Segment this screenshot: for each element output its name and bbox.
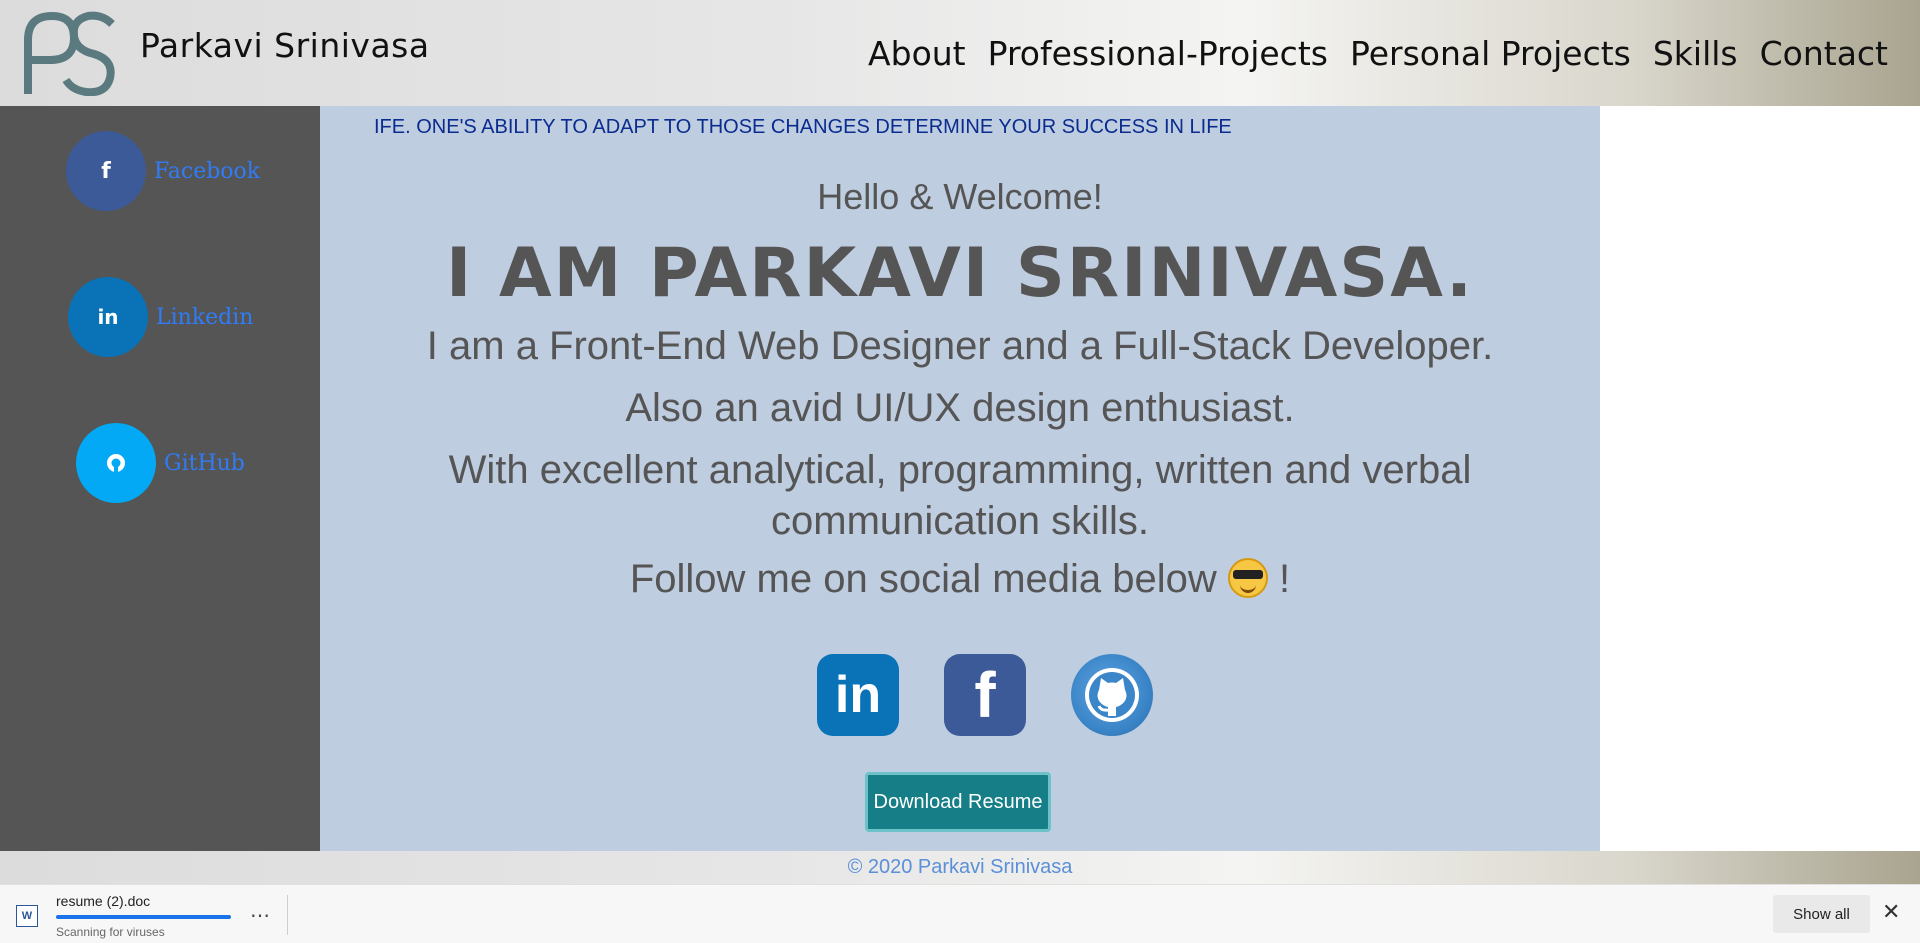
intro-line-1: I am a Front-End Web Designer and a Full… <box>426 324 1494 368</box>
ps-logo-icon[interactable] <box>22 10 118 96</box>
download-status: Scanning for viruses <box>56 925 165 939</box>
nav-personal-projects[interactable]: Personal Projects <box>1350 34 1631 73</box>
download-progress-bar <box>56 915 231 919</box>
facebook-icon[interactable]: f <box>944 654 1026 736</box>
main-nav: About Professional-Projects Personal Pro… <box>868 34 1888 73</box>
social-sidebar: f Facebook in Linkedin GitHub <box>0 106 320 851</box>
divider <box>287 895 288 935</box>
show-all-button[interactable]: Show all <box>1773 895 1870 933</box>
sidebar-item-label[interactable]: GitHub <box>164 451 245 476</box>
sidebar-item-linkedin[interactable]: in Linkedin <box>68 277 253 357</box>
sidebar-item-github[interactable]: GitHub <box>76 423 245 503</box>
download-resume-button[interactable]: Download Resume <box>865 772 1051 832</box>
page-title: I AM PARKAVI SRINIVASA. <box>445 234 1474 313</box>
more-options-icon[interactable]: ⋯ <box>250 903 271 928</box>
sidebar-item-facebook[interactable]: f Facebook <box>66 131 260 211</box>
download-file-name: resume (2).doc <box>56 893 151 909</box>
facebook-icon[interactable]: f <box>66 131 146 211</box>
sunglasses-emoji-icon <box>1227 558 1268 598</box>
github-icon[interactable] <box>76 423 156 503</box>
word-file-icon: W <box>16 905 38 927</box>
social-icons-row: in f <box>817 654 1153 736</box>
follow-text: Follow me on social media below <box>629 557 1217 601</box>
nav-skills[interactable]: Skills <box>1653 34 1738 73</box>
nav-professional-projects[interactable]: Professional-Projects <box>988 34 1328 73</box>
site-header: Parkavi Srinivasa About Professional-Pro… <box>0 0 1920 106</box>
nav-contact[interactable]: Contact <box>1760 34 1888 73</box>
follow-end: ! <box>1279 557 1291 601</box>
intro-line-3b: communication skills. <box>771 499 1149 543</box>
intro-line-3a: With excellent analytical, programming, … <box>448 448 1472 492</box>
nav-about[interactable]: About <box>868 34 966 73</box>
sidebar-item-label[interactable]: Linkedin <box>156 305 253 330</box>
linkedin-icon[interactable]: in <box>817 654 899 736</box>
linkedin-icon[interactable]: in <box>68 277 148 357</box>
intro-line-2: Also an avid UI/UX design enthusiast. <box>625 386 1295 430</box>
site-footer: © 2020 Parkavi Srinivasa <box>0 851 1920 884</box>
copyright-text: © 2020 Parkavi Srinivasa <box>847 856 1073 878</box>
welcome-text: Hello & Welcome! <box>817 176 1103 217</box>
follow-line: Follow me on social media below ! <box>320 557 1600 602</box>
github-icon[interactable] <box>1071 654 1153 736</box>
download-bar: W resume (2).doc Scanning for viruses ⋯ … <box>0 884 1920 943</box>
download-item[interactable]: W resume (2).doc Scanning for viruses <box>16 893 231 939</box>
hero-section: IFE. ONE'S ABILITY TO ADAPT TO THOSE CHA… <box>320 106 1600 851</box>
close-icon[interactable]: ✕ <box>1882 899 1900 925</box>
scrolling-quote: IFE. ONE'S ABILITY TO ADAPT TO THOSE CHA… <box>374 116 1232 138</box>
site-name[interactable]: Parkavi Srinivasa <box>140 26 430 65</box>
sidebar-item-label[interactable]: Facebook <box>154 159 260 184</box>
